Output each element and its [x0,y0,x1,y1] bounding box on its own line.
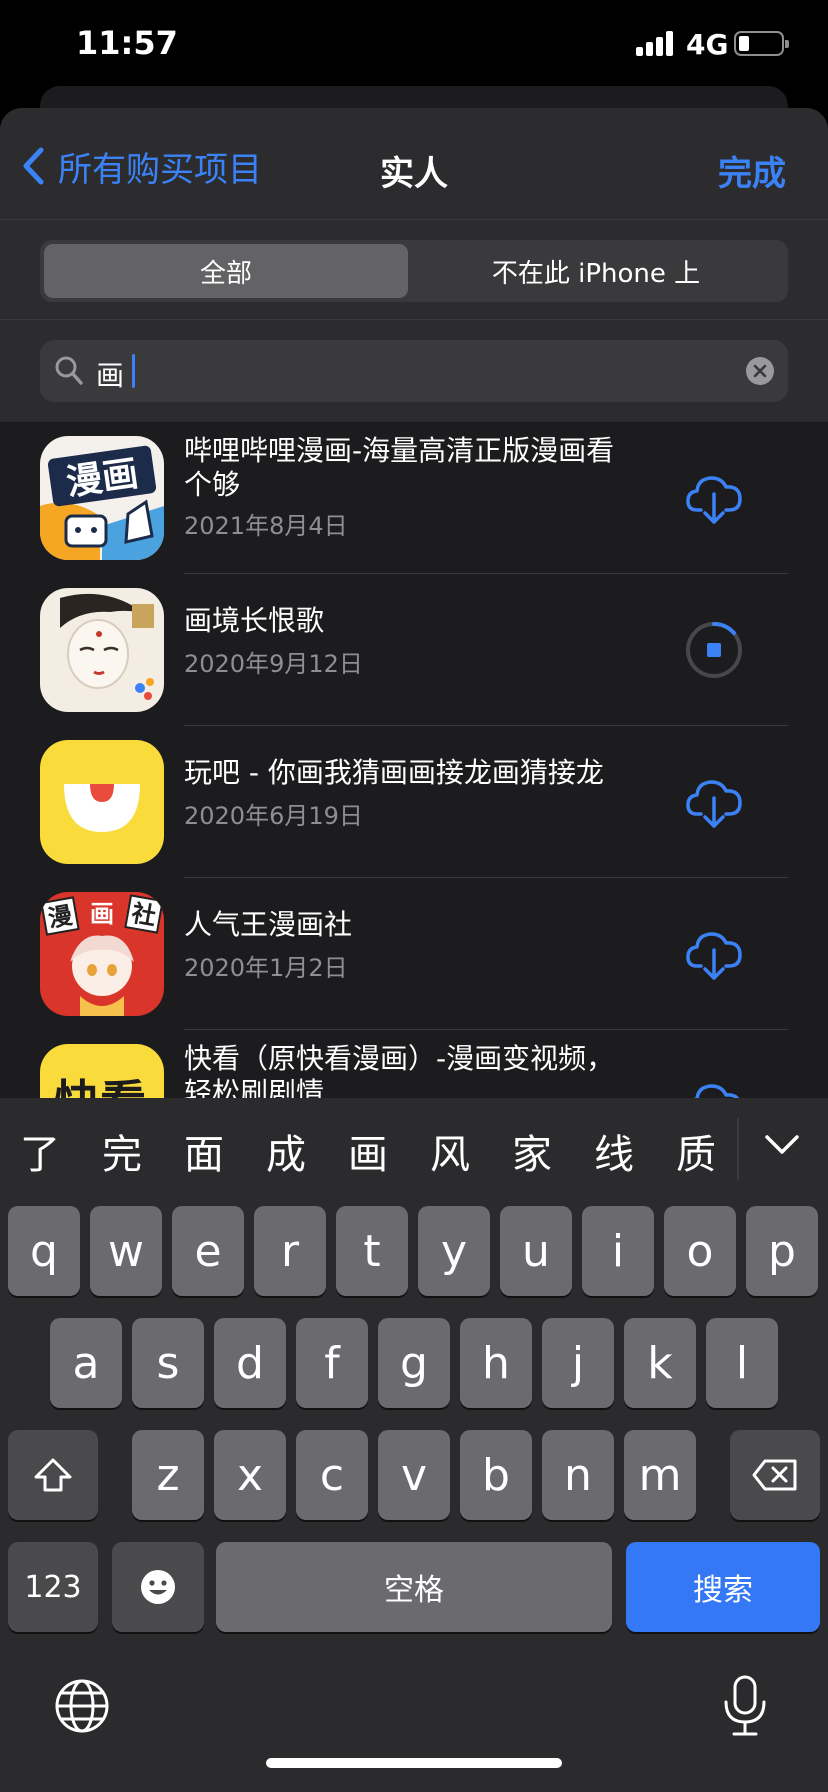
key-x[interactable]: x [214,1430,286,1520]
key-q[interactable]: q [8,1206,80,1296]
microphone-icon[interactable] [720,1674,770,1738]
key-k[interactable]: k [624,1318,696,1408]
app-list: 漫画 哔哩哔哩漫画-海量高清正版漫画看个够 2021年8月4日 画境长恨歌 20… [0,422,828,1182]
key-h[interactable]: h [460,1318,532,1408]
list-item[interactable]: 漫 画 社 人气王漫画社 2020年1月2日 [0,878,828,1030]
key-t[interactable]: t [336,1206,408,1296]
close-icon [753,364,767,378]
key-e[interactable]: e [172,1206,244,1296]
key-f[interactable]: f [296,1318,368,1408]
manhuashe-icon: 漫 画 社 [40,892,164,1016]
svg-text:社: 社 [130,899,158,931]
search-input[interactable]: 画 [40,340,788,402]
home-indicator[interactable] [266,1758,562,1768]
key-g[interactable]: g [378,1318,450,1408]
shift-key[interactable] [8,1430,98,1520]
app-name: 画境长恨歌 [184,604,325,637]
key-m[interactable]: m [624,1430,696,1520]
keyboard: 了 完 面 成 画 风 家 线 质 q w e r t y u i o p a … [0,1098,828,1792]
search-query: 画 [96,359,125,392]
key-u[interactable]: u [500,1206,572,1296]
candidate-word[interactable]: 画 [348,1122,388,1180]
delete-key[interactable] [730,1430,820,1520]
wanba-icon [40,740,164,864]
candidate-word[interactable]: 质 [676,1122,716,1180]
globe-icon[interactable] [54,1678,110,1734]
app-date: 2020年1月2日 [184,954,348,982]
chevron-left-icon [23,147,44,185]
key-z[interactable]: z [132,1430,204,1520]
app-name: 哔哩哔哩漫画-海量高清正版漫画看个够 [184,434,615,501]
network-type: 4G [686,28,729,61]
app-date: 2020年6月19日 [184,802,363,830]
app-name: 人气王漫画社 [184,908,353,941]
battery-icon [734,31,789,56]
list-item[interactable]: 漫画 哔哩哔哩漫画-海量高清正版漫画看个够 2021年8月4日 [0,422,828,574]
key-s[interactable]: s [132,1318,204,1408]
clear-search-button[interactable] [746,357,774,385]
candidate-separator [737,1118,739,1180]
candidate-word[interactable]: 完 [102,1122,142,1180]
list-item[interactable]: 画境长恨歌 2020年9月12日 [0,574,828,726]
changhenge-icon [40,588,164,712]
cloud-download-icon[interactable] [684,924,744,984]
status-bar: 11:57 4G [0,0,828,90]
segmented-control: 全部 不在此 iPhone 上 [40,240,788,302]
shift-icon [34,1458,72,1492]
key-i[interactable]: i [582,1206,654,1296]
search-key[interactable]: 搜索 [626,1542,820,1632]
key-w[interactable]: w [90,1206,162,1296]
key-y[interactable]: y [418,1206,490,1296]
candidate-bar: 了 完 面 成 画 风 家 线 质 [0,1098,828,1202]
key-j[interactable]: j [542,1318,614,1408]
done-button[interactable]: 完成 [718,146,786,195]
app-name: 玩吧 - 你画我猜画画接龙画猜接龙 [184,756,604,789]
candidate-word[interactable]: 了 [20,1122,60,1180]
status-time: 11:57 [76,24,178,62]
cloud-download-icon[interactable] [684,772,744,832]
candidate-word[interactable]: 风 [430,1122,470,1180]
svg-text:画: 画 [90,900,114,928]
list-item[interactable]: 玩吧 - 你画我猜画画接龙画猜接龙 2020年6月19日 [0,726,828,878]
cloud-download-icon[interactable] [684,468,744,528]
candidate-word[interactable]: 面 [184,1122,224,1180]
key-r[interactable]: r [254,1206,326,1296]
svg-text:漫: 漫 [46,901,74,933]
filter-bar: 全部 不在此 iPhone 上 [0,220,828,320]
key-d[interactable]: d [214,1318,286,1408]
candidate-word[interactable]: 线 [594,1122,634,1180]
emoji-key[interactable] [112,1542,204,1632]
key-o[interactable]: o [664,1206,736,1296]
segment-all[interactable]: 全部 [44,244,408,298]
nav-bar: 所有购买项目 实人 完成 [0,108,828,220]
search-bar: 画 [0,320,828,422]
candidate-word[interactable]: 家 [512,1122,552,1180]
download-progress-stop-button[interactable] [684,620,744,680]
key-p[interactable]: p [746,1206,818,1296]
emoji-icon [141,1570,175,1604]
search-icon [55,356,83,385]
app-date: 2021年8月4日 [184,512,348,540]
text-caret [132,354,135,388]
key-n[interactable]: n [542,1430,614,1520]
numbers-key[interactable]: 123 [8,1542,98,1632]
back-button[interactable]: 所有购买项目 [22,142,262,190]
key-b[interactable]: b [460,1430,532,1520]
bilibili-comics-icon: 漫画 [40,436,164,560]
key-l[interactable]: l [706,1318,778,1408]
cellular-signal-icon [636,30,676,56]
segment-not-on-device[interactable]: 不在此 iPhone 上 [408,244,784,298]
app-date: 2020年9月12日 [184,650,363,678]
chevron-down-icon[interactable] [764,1134,800,1156]
key-v[interactable]: v [378,1430,450,1520]
key-a[interactable]: a [50,1318,122,1408]
key-c[interactable]: c [296,1430,368,1520]
candidate-word[interactable]: 成 [266,1122,306,1180]
backspace-icon [752,1459,797,1491]
back-label: 所有购买项目 [58,149,262,190]
space-key[interactable]: 空格 [216,1542,612,1632]
